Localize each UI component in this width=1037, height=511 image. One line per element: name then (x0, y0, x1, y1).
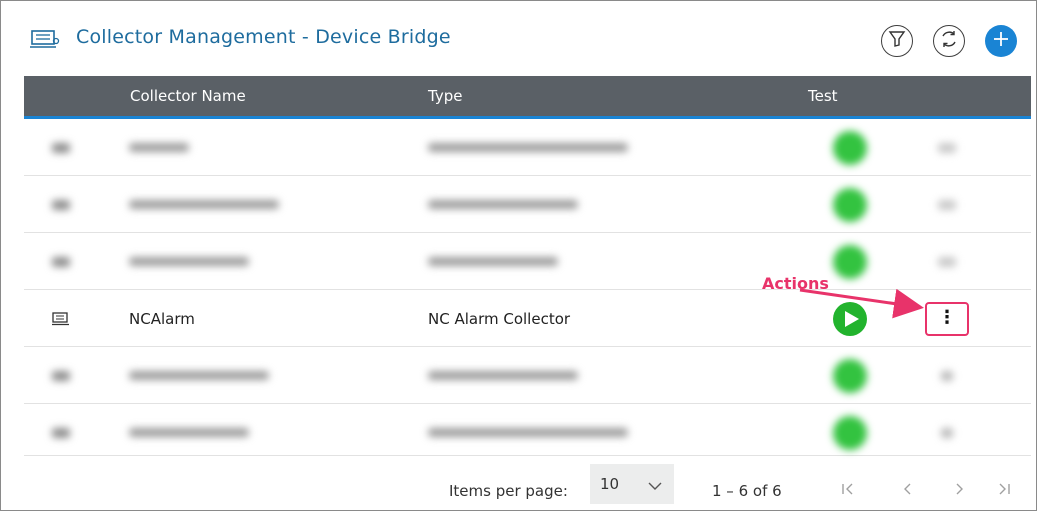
collector-name-cell (129, 233, 249, 290)
play-icon[interactable] (833, 301, 867, 336)
actions-cell (924, 347, 970, 404)
page-range: 1 – 6 of 6 (712, 482, 782, 500)
items-per-page-value: 10 (600, 475, 620, 493)
type-cell (428, 347, 578, 404)
add-collector-button[interactable] (985, 25, 1017, 57)
next-page-icon[interactable] (947, 477, 971, 501)
table-header: Collector Name Type Test (24, 76, 1031, 116)
refresh-icon (939, 29, 959, 53)
table-row[interactable] (24, 119, 1031, 176)
test-cell (824, 176, 876, 233)
table-row[interactable] (24, 404, 1031, 456)
chevron-down-icon (648, 477, 662, 495)
more-vert-icon[interactable]: ⋮ (925, 301, 969, 336)
type-cell (428, 404, 628, 461)
plus-icon (992, 30, 1010, 52)
page-title: Collector Management - Device Bridge (76, 26, 451, 48)
row-icon (52, 119, 76, 176)
test-cell (824, 119, 876, 176)
test-cell (824, 404, 876, 461)
last-page-icon[interactable] (992, 477, 1016, 501)
filter-button[interactable] (881, 25, 913, 57)
type-cell (428, 233, 558, 290)
test-cell (824, 233, 876, 290)
test-cell (824, 347, 876, 404)
table-row[interactable]: NCAlarm NC Alarm Collector ⋮ (24, 290, 1031, 347)
type-cell (428, 119, 628, 176)
collector-icon (52, 290, 76, 347)
previous-page-icon[interactable] (896, 477, 920, 501)
table-row[interactable] (24, 176, 1031, 233)
actions-cell (924, 404, 970, 461)
collector-name-cell (129, 404, 249, 461)
type-cell: NC Alarm Collector (428, 309, 571, 328)
collector-icon (30, 28, 60, 50)
table-row[interactable] (24, 347, 1031, 404)
actions-cell: ⋮ (924, 290, 970, 347)
page-header: Collector Management - Device Bridge (0, 0, 1037, 76)
column-header-type[interactable]: Type (428, 87, 462, 105)
column-header-test: Test (808, 87, 838, 105)
items-per-page-select[interactable]: 10 (590, 464, 674, 504)
column-header-collector-name[interactable]: Collector Name (130, 87, 246, 105)
items-per-page-label: Items per page: (449, 482, 568, 500)
table-row[interactable] (24, 233, 1031, 290)
test-cell (824, 290, 876, 347)
refresh-button[interactable] (933, 25, 965, 57)
actions-cell (924, 233, 970, 290)
filter-icon (888, 30, 906, 52)
paginator: Items per page: 10 1 – 6 of 6 (24, 456, 1031, 511)
row-icon (52, 176, 76, 233)
row-icon (52, 347, 76, 404)
first-page-icon[interactable] (836, 477, 860, 501)
row-icon (52, 233, 76, 290)
collector-name-cell: NCAlarm (129, 309, 195, 328)
actions-cell (924, 119, 970, 176)
row-icon (52, 404, 76, 461)
collector-name-cell (129, 119, 189, 176)
collector-name-cell (129, 347, 269, 404)
collector-name-cell (129, 176, 279, 233)
actions-annotation-label: Actions (762, 274, 829, 293)
type-cell (428, 176, 578, 233)
actions-cell (924, 176, 970, 233)
